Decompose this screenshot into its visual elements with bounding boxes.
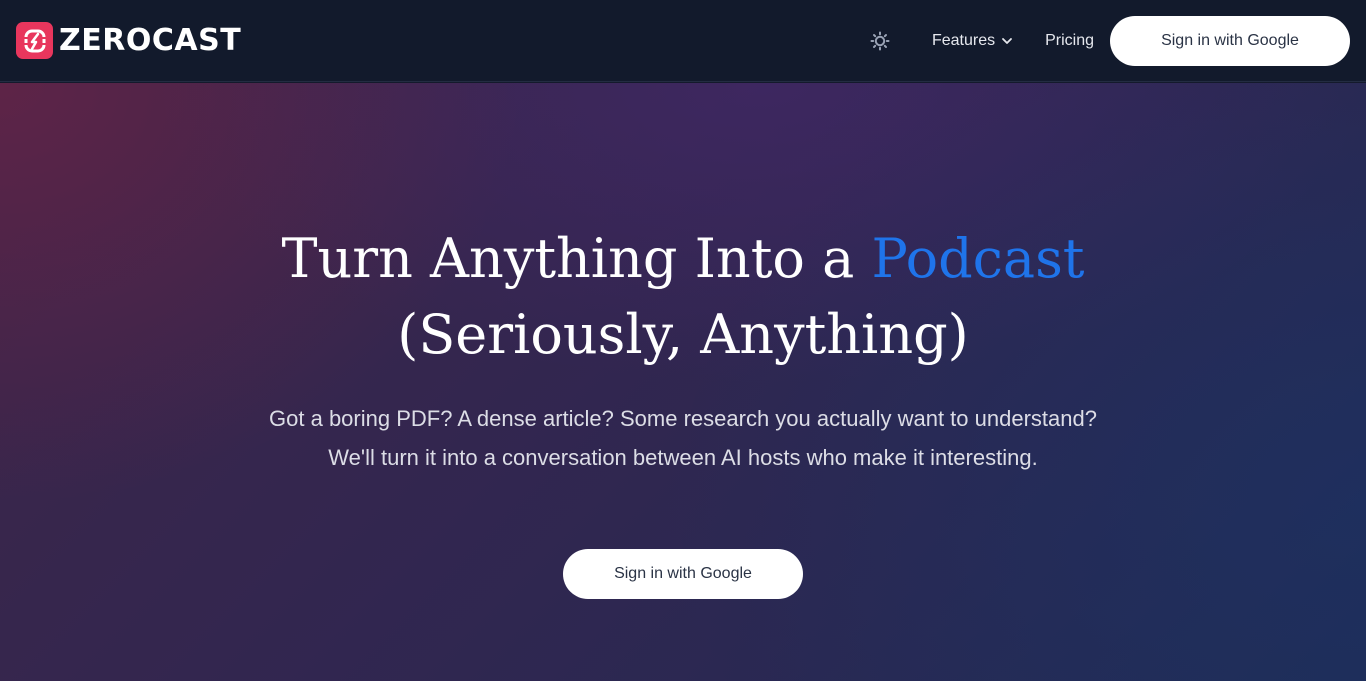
hero-title-line1: Turn Anything Into a [281, 227, 855, 290]
top-navbar: ZEROCAST Features Pricing Sign in with G… [0, 0, 1366, 82]
zerocast-logo-icon [16, 22, 53, 59]
brand[interactable]: ZEROCAST [16, 22, 241, 59]
hero-title-accent: Podcast [871, 227, 1085, 290]
nav-right: Features Pricing Sign in with Google [862, 15, 1350, 66]
theme-toggle-button[interactable] [862, 23, 898, 59]
hero-section: Turn Anything Into a Podcast (Seriously,… [0, 83, 1366, 681]
hero-sign-in-google-button[interactable]: Sign in with Google [563, 549, 803, 599]
nav-pricing-link[interactable]: Pricing [1045, 32, 1094, 50]
brand-name: ZEROCAST [59, 23, 242, 58]
hero-subtitle: Got a boring PDF? A dense article? Some … [269, 406, 1097, 470]
nav-sign-in-google-button[interactable]: Sign in with Google [1110, 15, 1350, 66]
hero-title-line2: (Seriously, Anything) [397, 303, 969, 366]
nav-features-menu[interactable]: Features [932, 32, 1013, 50]
sun-icon [870, 31, 890, 50]
chevron-down-icon [1002, 37, 1012, 44]
nav-features-label: Features [931, 31, 996, 49]
hero-title: Turn Anything Into a Podcast (Seriously,… [0, 221, 1366, 373]
